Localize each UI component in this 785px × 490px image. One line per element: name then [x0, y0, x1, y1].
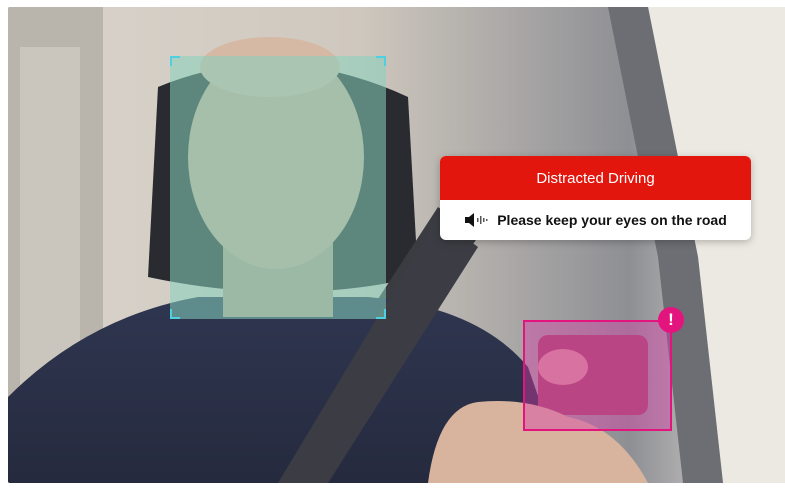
distracted-driving-alert: Distracted Driving Please keep your eyes…	[440, 156, 751, 240]
face-detection-box	[170, 56, 386, 319]
speaker-sound-icon	[465, 213, 488, 227]
alert-message-row: Please keep your eyes on the road	[440, 200, 751, 240]
camera-frame: ! Distracted Driving Please keep your ey…	[8, 7, 785, 483]
face-box-corner-top-right	[376, 56, 386, 66]
face-box-corner-top-left	[170, 56, 180, 66]
exclamation-alert-icon: !	[658, 307, 684, 333]
face-box-corner-bottom-left	[170, 309, 180, 319]
alert-message: Please keep your eyes on the road	[497, 212, 727, 228]
face-box-corner-bottom-right	[376, 309, 386, 319]
phone-detection-box	[523, 320, 672, 431]
alert-title: Distracted Driving	[440, 156, 751, 200]
